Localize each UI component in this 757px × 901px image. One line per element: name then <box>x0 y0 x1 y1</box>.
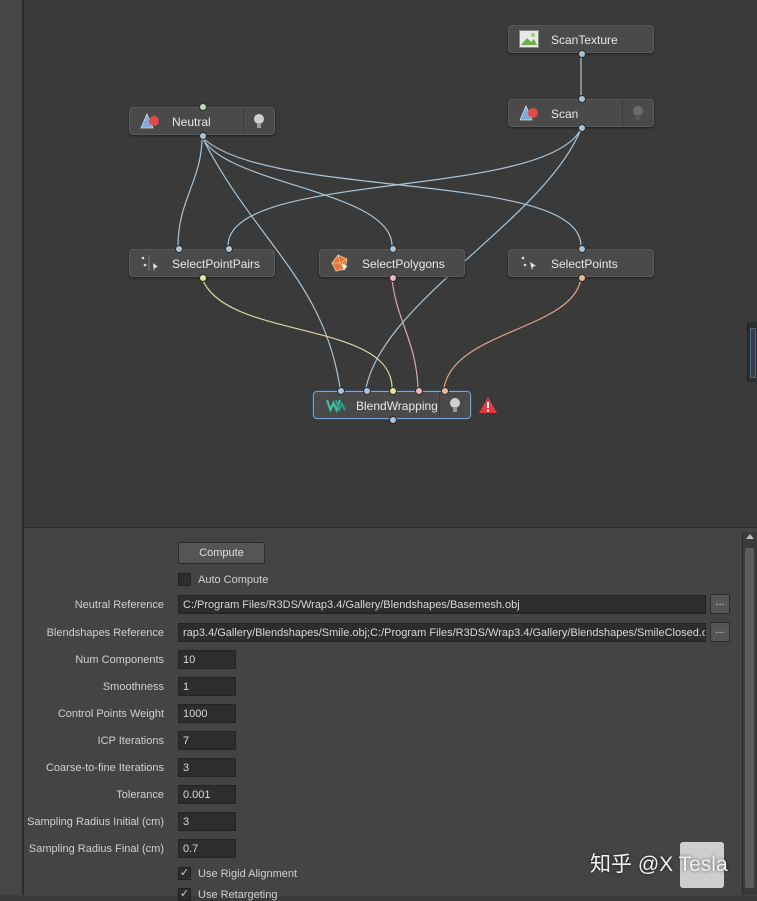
node-scantexture[interactable]: ScanTexture <box>508 25 654 58</box>
node-label: BlendWrapping <box>356 399 438 413</box>
select-points-icon <box>141 255 158 271</box>
node-label: Scan <box>551 107 579 121</box>
field-label: Coarse-to-fine Iterations <box>46 762 164 774</box>
auto-compute-label: Auto Compute <box>198 574 269 586</box>
mesh-icon <box>519 104 538 121</box>
auto-compute-checkbox[interactable] <box>178 573 191 586</box>
field-label: Blendshapes Reference <box>46 627 164 639</box>
input-port[interactable] <box>225 245 233 253</box>
output-port[interactable] <box>199 274 207 282</box>
lightbulb-icon <box>450 398 460 412</box>
node-label: SelectPointPairs <box>172 257 261 271</box>
watermark-text: 知乎 @X Tesla <box>590 853 728 876</box>
smoothness-field[interactable]: 1 <box>178 677 236 696</box>
left-panel-strip <box>0 0 24 895</box>
compute-button[interactable]: Compute <box>178 542 265 564</box>
sampling-radius-final-field[interactable]: 0.7 <box>178 839 236 858</box>
select-points-icon <box>521 256 536 270</box>
node-selectpolygons[interactable]: SelectPolygons <box>319 245 465 282</box>
scroll-thumb[interactable] <box>745 548 754 888</box>
use-retargeting-label: Use Retargeting <box>198 889 278 901</box>
wire-neutral-points <box>201 136 582 247</box>
use-rigid-alignment-label: Use Rigid Alignment <box>198 868 298 880</box>
field-label: Num Components <box>75 654 164 666</box>
input-port[interactable] <box>578 245 586 253</box>
output-port[interactable] <box>199 132 207 140</box>
wire-polygons-blendwrapping <box>391 277 419 389</box>
node-scan[interactable]: Scan <box>508 95 654 132</box>
mesh-icon <box>140 112 159 129</box>
node-selectpoints[interactable]: SelectPoints <box>508 245 654 282</box>
lightbulb-icon <box>633 106 643 120</box>
polygons-icon <box>331 254 348 272</box>
output-port[interactable] <box>389 416 397 424</box>
field-label: Sampling Radius Final (cm) <box>28 843 164 855</box>
field-label: Neutral Reference <box>74 599 164 611</box>
wire-pointpairs-blendwrapping <box>201 277 393 389</box>
scroll-thumb[interactable] <box>750 328 756 378</box>
input-port[interactable] <box>389 387 397 395</box>
node-selectpointpairs[interactable]: SelectPointPairs <box>129 245 275 282</box>
wire-neutral-polygons <box>201 136 393 247</box>
neutral-reference-field[interactable]: C:/Program Files/R3DS/Wrap3.4/Gallery/Bl… <box>178 595 706 614</box>
input-port[interactable] <box>363 387 371 395</box>
node-label: SelectPoints <box>551 257 618 271</box>
input-port[interactable] <box>578 95 586 103</box>
input-port[interactable] <box>389 245 397 253</box>
node-blendwrapping[interactable]: BlendWrapping <box>313 387 471 424</box>
field-label: Sampling Radius Initial (cm) <box>27 816 164 828</box>
graph-scrollbar[interactable] <box>747 322 757 382</box>
use-rigid-alignment-checkbox[interactable]: ✓ <box>178 867 191 880</box>
visibility-toggle[interactable] <box>439 392 470 418</box>
browse-button[interactable]: ... <box>710 622 730 642</box>
sampling-radius-initial-field[interactable]: 3 <box>178 812 236 831</box>
output-port[interactable] <box>578 124 586 132</box>
field-label: Smoothness <box>102 681 164 693</box>
lightbulb-icon <box>254 114 264 128</box>
input-port[interactable] <box>337 387 345 395</box>
node-graph-canvas[interactable]: ScanTexture Neutral Scan SelectPointPair… <box>24 0 757 525</box>
icp-iterations-field[interactable]: 7 <box>178 731 236 750</box>
input-port[interactable] <box>415 387 423 395</box>
image-icon <box>519 30 539 48</box>
visibility-toggle[interactable] <box>243 108 274 134</box>
control-points-weight-field[interactable]: 1000 <box>178 704 236 723</box>
output-port[interactable] <box>578 50 586 58</box>
warning-icon[interactable] <box>478 396 498 414</box>
input-port[interactable] <box>175 245 183 253</box>
wrap-logo-icon <box>326 399 346 414</box>
wire-scan-pointpairs <box>227 128 582 247</box>
blendshapes-reference-field[interactable]: rap3.4/Gallery/Blendshapes/Smile.obj;C:/… <box>178 623 706 642</box>
num-components-field[interactable]: 10 <box>178 650 236 669</box>
field-label: ICP Iterations <box>97 735 164 747</box>
node-label: Neutral <box>172 115 211 129</box>
field-label: Control Points Weight <box>57 708 164 720</box>
properties-scrollbar[interactable] <box>742 532 757 895</box>
coarse-to-fine-iterations-field[interactable]: 3 <box>178 758 236 777</box>
scroll-up-arrow-icon[interactable] <box>746 534 754 539</box>
wire-neutral-pointpairs <box>177 136 203 247</box>
node-neutral[interactable]: Neutral <box>129 103 275 140</box>
output-port[interactable] <box>389 274 397 282</box>
input-port[interactable] <box>199 103 207 111</box>
field-label: Tolerance <box>116 789 164 801</box>
wire-points-blendwrapping <box>443 277 582 389</box>
tolerance-field[interactable]: 0.001 <box>178 785 236 804</box>
browse-button[interactable]: ... <box>710 594 730 614</box>
node-label: ScanTexture <box>551 33 618 47</box>
output-port[interactable] <box>578 274 586 282</box>
visibility-toggle[interactable] <box>622 100 653 126</box>
properties-panel: Compute Auto Compute Neutral Reference C… <box>24 527 757 901</box>
node-label: SelectPolygons <box>362 257 445 271</box>
